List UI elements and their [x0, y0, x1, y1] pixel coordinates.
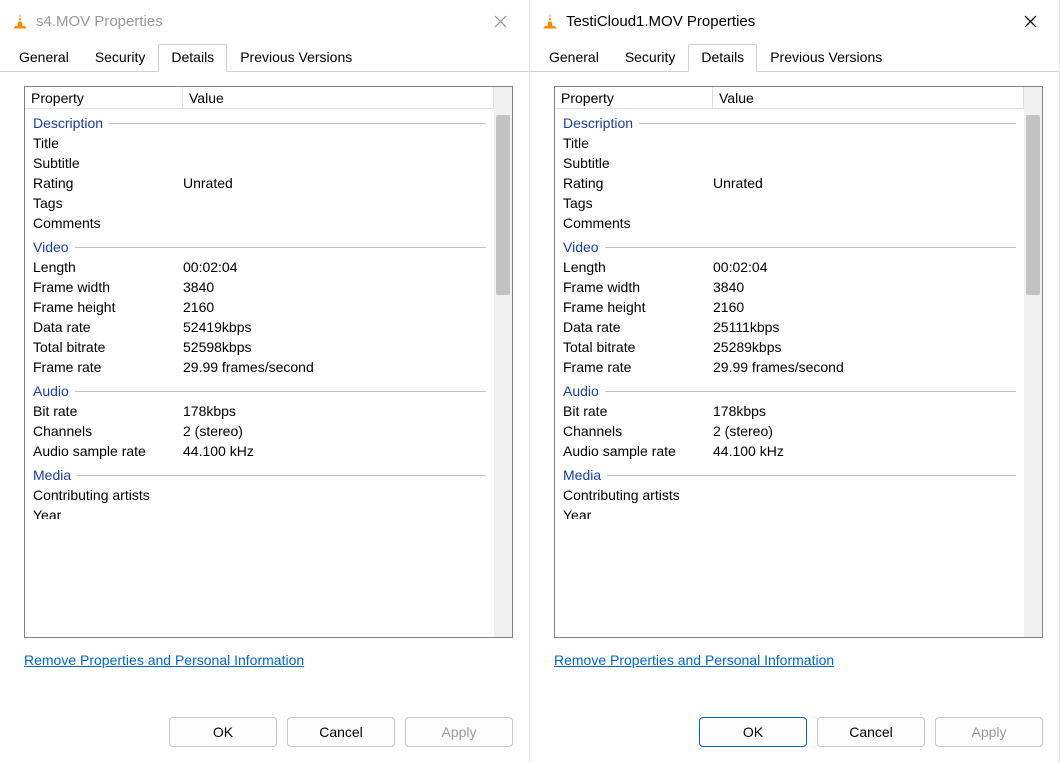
- apply-button[interactable]: Apply: [405, 717, 513, 747]
- tabs: General Security Details Previous Versio…: [0, 42, 529, 72]
- titlebar[interactable]: TestiCloud1.MOV Properties: [530, 0, 1059, 42]
- scrollbar-thumb[interactable]: [496, 115, 510, 295]
- tab-security[interactable]: Security: [612, 44, 689, 71]
- row-contributing-artists[interactable]: Contributing artists: [555, 485, 1024, 505]
- dialog-buttons: OK Cancel Apply: [530, 711, 1059, 763]
- section-audio: Audio: [555, 377, 1024, 401]
- tab-security[interactable]: Security: [82, 44, 159, 71]
- row-rating[interactable]: RatingUnrated: [555, 173, 1024, 193]
- details-content: Property Value Description Title Subtitl…: [530, 72, 1059, 711]
- row-total-bitrate[interactable]: Total bitrate52598kbps: [25, 337, 494, 357]
- remove-properties-link[interactable]: Remove Properties and Personal Informati…: [554, 652, 834, 668]
- section-description: Description: [25, 109, 494, 133]
- section-media: Media: [25, 461, 494, 485]
- ok-button[interactable]: OK: [169, 717, 277, 747]
- header-property[interactable]: Property: [555, 87, 713, 108]
- details-content: Property Value Description Title Subtitl…: [0, 72, 529, 711]
- section-description: Description: [555, 109, 1024, 133]
- row-sample-rate[interactable]: Audio sample rate44.100 kHz: [555, 441, 1024, 461]
- row-frame-height[interactable]: Frame height2160: [25, 297, 494, 317]
- row-tags[interactable]: Tags: [555, 193, 1024, 213]
- remove-properties-link[interactable]: Remove Properties and Personal Informati…: [24, 652, 304, 668]
- row-total-bitrate[interactable]: Total bitrate25289kbps: [555, 337, 1024, 357]
- column-headers[interactable]: Property Value: [25, 87, 494, 109]
- dialog-title: TestiCloud1.MOV Properties: [566, 13, 1007, 30]
- tab-previous-versions[interactable]: Previous Versions: [227, 44, 365, 71]
- scrollbar[interactable]: [494, 87, 512, 637]
- close-button[interactable]: [477, 5, 523, 37]
- row-cutoff[interactable]: Year: [555, 505, 1024, 519]
- header-value[interactable]: Value: [713, 87, 1024, 108]
- row-channels[interactable]: Channels2 (stereo): [25, 421, 494, 441]
- row-channels[interactable]: Channels2 (stereo): [555, 421, 1024, 441]
- row-bit-rate[interactable]: Bit rate178kbps: [25, 401, 494, 421]
- row-comments[interactable]: Comments: [25, 213, 494, 233]
- row-bit-rate[interactable]: Bit rate178kbps: [555, 401, 1024, 421]
- section-media: Media: [555, 461, 1024, 485]
- row-data-rate[interactable]: Data rate52419kbps: [25, 317, 494, 337]
- ok-button[interactable]: OK: [699, 717, 807, 747]
- row-sample-rate[interactable]: Audio sample rate44.100 kHz: [25, 441, 494, 461]
- tab-general[interactable]: General: [6, 44, 82, 71]
- scrollbar[interactable]: [1024, 87, 1042, 637]
- section-video: Video: [25, 233, 494, 257]
- row-length[interactable]: Length00:02:04: [555, 257, 1024, 277]
- section-audio: Audio: [25, 377, 494, 401]
- row-comments[interactable]: Comments: [555, 213, 1024, 233]
- row-frame-rate[interactable]: Frame rate29.99 frames/second: [25, 357, 494, 377]
- row-tags[interactable]: Tags: [25, 193, 494, 213]
- dialog-title: s4.MOV Properties: [36, 13, 477, 30]
- tab-previous-versions[interactable]: Previous Versions: [757, 44, 895, 71]
- row-title[interactable]: Title: [25, 133, 494, 153]
- row-rating[interactable]: RatingUnrated: [25, 173, 494, 193]
- row-frame-height[interactable]: Frame height2160: [555, 297, 1024, 317]
- row-data-rate[interactable]: Data rate25111kbps: [555, 317, 1024, 337]
- tab-general[interactable]: General: [536, 44, 612, 71]
- header-value[interactable]: Value: [183, 87, 494, 108]
- tab-details[interactable]: Details: [158, 44, 227, 72]
- row-subtitle[interactable]: Subtitle: [25, 153, 494, 173]
- row-title[interactable]: Title: [555, 133, 1024, 153]
- row-frame-rate[interactable]: Frame rate29.99 frames/second: [555, 357, 1024, 377]
- properties-dialog-0: s4.MOV Properties General Security Detai…: [0, 0, 530, 763]
- tabs: General Security Details Previous Versio…: [530, 42, 1059, 72]
- properties-list: Property Value Description Title Subtitl…: [554, 86, 1043, 638]
- row-frame-width[interactable]: Frame width3840: [555, 277, 1024, 297]
- section-video: Video: [555, 233, 1024, 257]
- scrollbar-thumb[interactable]: [1026, 115, 1040, 295]
- header-property[interactable]: Property: [25, 87, 183, 108]
- row-frame-width[interactable]: Frame width3840: [25, 277, 494, 297]
- tab-details[interactable]: Details: [688, 44, 757, 72]
- row-cutoff[interactable]: Year: [25, 505, 494, 519]
- cancel-button[interactable]: Cancel: [287, 717, 395, 747]
- properties-dialog-1: TestiCloud1.MOV Properties General Secur…: [530, 0, 1060, 763]
- row-contributing-artists[interactable]: Contributing artists: [25, 485, 494, 505]
- vlc-cone-icon: [540, 11, 560, 31]
- properties-list: Property Value Description Title Subtitl…: [24, 86, 513, 638]
- close-button[interactable]: [1007, 5, 1053, 37]
- dialog-buttons: OK Cancel Apply: [0, 711, 529, 763]
- row-subtitle[interactable]: Subtitle: [555, 153, 1024, 173]
- row-length[interactable]: Length00:02:04: [25, 257, 494, 277]
- column-headers[interactable]: Property Value: [555, 87, 1024, 109]
- vlc-cone-icon: [10, 11, 30, 31]
- apply-button[interactable]: Apply: [935, 717, 1043, 747]
- titlebar[interactable]: s4.MOV Properties: [0, 0, 529, 42]
- cancel-button[interactable]: Cancel: [817, 717, 925, 747]
